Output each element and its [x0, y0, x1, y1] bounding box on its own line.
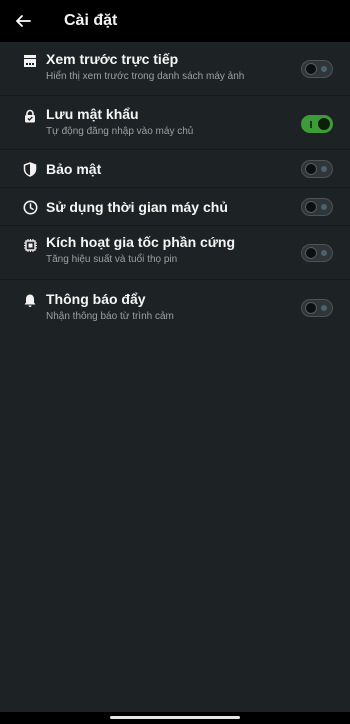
preview-icon — [22, 53, 38, 69]
home-indicator-bar — [0, 712, 350, 724]
server-time-toggle[interactable] — [301, 198, 333, 216]
setting-title: Sử dụng thời gian máy chủ — [46, 199, 228, 215]
push-notifications-toggle[interactable] — [301, 299, 333, 317]
setting-row-live-preview[interactable]: Xem trước trực tiếp Hiển thị xem trước t… — [0, 42, 350, 96]
setting-subtitle: Tự động đăng nhập vào máy chủ — [46, 126, 194, 137]
setting-subtitle: Nhận thông báo từ trình cảm — [46, 311, 174, 322]
page-title: Cài đặt — [64, 12, 118, 29]
home-indicator[interactable] — [110, 716, 240, 719]
live-preview-toggle[interactable] — [301, 60, 333, 78]
settings-list: Xem trước trực tiếp Hiển thị xem trước t… — [0, 42, 350, 334]
arrow-left-icon — [16, 15, 31, 27]
chip-icon — [22, 237, 38, 253]
setting-subtitle: Tăng hiệu suất và tuổi thọ pin — [46, 254, 178, 265]
shield-icon — [22, 161, 38, 177]
security-toggle[interactable] — [301, 160, 333, 178]
top-app-bar: Cài đặt — [0, 0, 350, 42]
hardware-acceleration-toggle[interactable] — [301, 244, 333, 262]
bell-icon — [22, 292, 38, 308]
setting-row-push-notifications[interactable]: Thông báo đẩy Nhận thông báo từ trình cả… — [0, 280, 350, 334]
setting-title: Kích hoạt gia tốc phần cứng — [46, 234, 236, 250]
setting-row-security[interactable]: Bảo mật — [0, 150, 350, 188]
setting-title: Lưu mật khẩu — [46, 106, 139, 122]
lock-icon — [22, 108, 38, 124]
setting-row-hardware-acceleration[interactable]: Kích hoạt gia tốc phần cứng Tăng hiệu su… — [0, 226, 350, 280]
setting-row-server-time[interactable]: Sử dụng thời gian máy chủ — [0, 188, 350, 226]
clock-icon — [22, 199, 38, 215]
setting-row-save-password[interactable]: Lưu mật khẩu Tự động đăng nhập vào máy c… — [0, 96, 350, 150]
save-password-toggle[interactable] — [301, 115, 333, 133]
settings-screen: Cài đặt Xem trước trực tiếp Hiển thị xem… — [0, 0, 350, 724]
setting-subtitle: Hiển thị xem trước trong danh sách máy ả… — [46, 71, 245, 82]
setting-title: Bảo mật — [46, 161, 102, 177]
back-button[interactable] — [0, 0, 56, 42]
setting-title: Thông báo đẩy — [46, 291, 146, 307]
setting-title: Xem trước trực tiếp — [46, 51, 179, 67]
